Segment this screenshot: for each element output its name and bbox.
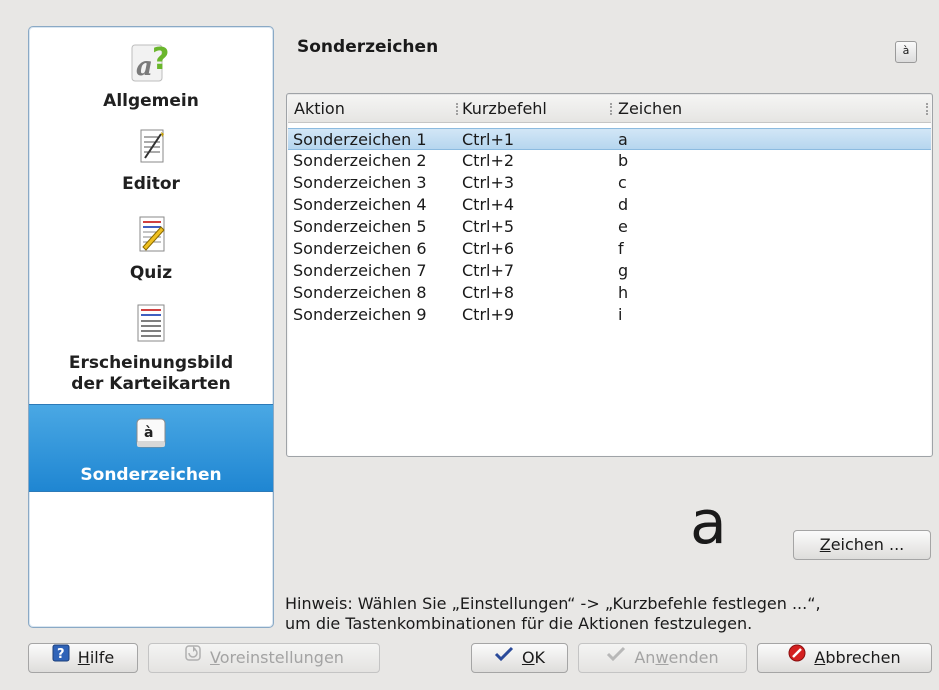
table-row[interactable]: Sonderzeichen 3 Ctrl+3 c	[288, 172, 931, 194]
special-chars-icon: à	[29, 413, 273, 459]
hint-line-1: Hinweis: Wählen Sie „Einstellungen“ -> „…	[285, 594, 821, 613]
cell-char: f	[618, 239, 624, 258]
shortcuts-table[interactable]: Aktion Kurzbefehl Zeichen Sonderzeichen …	[286, 93, 933, 457]
sidebar-item-label: Editor	[122, 174, 180, 194]
cell-action: Sonderzeichen 8	[293, 283, 427, 302]
editor-icon	[29, 124, 273, 174]
ok-button[interactable]: OK	[471, 643, 568, 673]
character-preview: a	[690, 488, 727, 558]
cancel-button[interactable]: Abbrechen	[757, 643, 932, 673]
cell-char: a	[618, 130, 628, 149]
cell-shortcut: Ctrl+7	[462, 261, 515, 280]
quiz-icon	[29, 211, 273, 263]
checkmark-icon	[606, 643, 626, 671]
svg-text:a: a	[136, 52, 153, 82]
column-header-kurzbefehl[interactable]: Kurzbefehl	[462, 99, 547, 118]
table-row[interactable]: Sonderzeichen 9 Ctrl+9 i	[288, 304, 931, 326]
cell-shortcut: Ctrl+4	[462, 195, 515, 214]
cell-char: e	[618, 217, 628, 236]
cell-shortcut: Ctrl+2	[462, 151, 515, 170]
cell-action: Sonderzeichen 9	[293, 305, 427, 324]
general-icon: a ?	[29, 37, 273, 91]
cell-shortcut: Ctrl+8	[462, 283, 515, 302]
cell-action: Sonderzeichen 7	[293, 261, 427, 280]
table-row[interactable]: Sonderzeichen 2 Ctrl+2 b	[288, 150, 931, 172]
cell-shortcut: Ctrl+3	[462, 173, 515, 192]
special-char-key-icon: à	[895, 41, 917, 63]
defaults-button[interactable]: Voreinstellungen	[148, 643, 380, 673]
cancel-icon	[788, 643, 806, 671]
cardlook-icon	[29, 299, 273, 353]
cell-char: c	[618, 173, 627, 192]
cell-shortcut: Ctrl+9	[462, 305, 515, 324]
help-icon: ?	[52, 643, 70, 671]
table-row[interactable]: Sonderzeichen 4 Ctrl+4 d	[288, 194, 931, 216]
cell-action: Sonderzeichen 6	[293, 239, 427, 258]
svg-text:à: à	[144, 425, 153, 441]
sidebar-item-label: Sonderzeichen	[80, 465, 222, 485]
cell-action: Sonderzeichen 5	[293, 217, 427, 236]
table-row[interactable]: Sonderzeichen 7 Ctrl+7 g	[288, 260, 931, 282]
table-row[interactable]: Sonderzeichen 6 Ctrl+6 f	[288, 238, 931, 260]
table-row[interactable]: Sonderzeichen 8 Ctrl+8 h	[288, 282, 931, 304]
help-button[interactable]: ? Hilfe	[28, 643, 138, 673]
cell-action: Sonderzeichen 3	[293, 173, 427, 192]
choose-character-button[interactable]: Zeichen ...	[793, 530, 931, 560]
sidebar-item-allgemein[interactable]: a ? Allgemein	[29, 37, 273, 112]
cell-char: b	[618, 151, 629, 170]
sidebar-item-label-line2: der Karteikarten	[71, 374, 231, 394]
column-separator[interactable]	[456, 103, 460, 115]
page-title: Sonderzeichen	[297, 37, 439, 57]
cell-shortcut: Ctrl+5	[462, 217, 515, 236]
sidebar-item-label: Quiz	[129, 263, 173, 283]
cell-action: Sonderzeichen 2	[293, 151, 427, 170]
settings-sidebar: a ? Allgemein Editor Quiz Erscheinungsbi…	[28, 26, 274, 628]
cell-action: Sonderzeichen 1	[293, 130, 427, 149]
svg-text:?: ?	[152, 42, 169, 77]
table-row[interactable]: Sonderzeichen 5 Ctrl+5 e	[288, 216, 931, 238]
checkmark-icon	[494, 643, 514, 671]
table-row[interactable]: Sonderzeichen 1 Ctrl+1 a	[288, 128, 931, 150]
hint-line-2: um die Tastenkombinationen für die Aktio…	[285, 614, 753, 633]
cell-shortcut: Ctrl+1	[462, 130, 515, 149]
cell-shortcut: Ctrl+6	[462, 239, 515, 258]
restore-defaults-icon	[184, 643, 202, 671]
column-header-aktion[interactable]: Aktion	[294, 99, 345, 118]
sidebar-item-erscheinungsbild[interactable]: Erscheinungsbild der Karteikarten	[29, 299, 273, 395]
cell-char: h	[618, 283, 629, 302]
column-separator[interactable]	[610, 103, 614, 115]
svg-text:?: ?	[57, 647, 65, 662]
sidebar-item-editor[interactable]: Editor	[29, 124, 273, 195]
apply-button[interactable]: Anwenden	[578, 643, 747, 673]
sidebar-item-label: Allgemein	[103, 91, 199, 111]
cell-char: g	[618, 261, 629, 280]
cell-char: i	[618, 305, 623, 324]
column-header-zeichen[interactable]: Zeichen	[618, 99, 682, 118]
table-header: Aktion Kurzbefehl Zeichen	[288, 95, 931, 123]
cell-char: d	[618, 195, 629, 214]
sidebar-item-label-line1: Erscheinungsbild	[68, 353, 234, 373]
sidebar-item-quiz[interactable]: Quiz	[29, 211, 273, 284]
sidebar-item-sonderzeichen[interactable]: à Sonderzeichen	[29, 404, 273, 492]
column-separator[interactable]	[926, 103, 930, 115]
hint-text: Hinweis: Wählen Sie „Einstellungen“ -> „…	[285, 594, 925, 634]
cell-action: Sonderzeichen 4	[293, 195, 427, 214]
